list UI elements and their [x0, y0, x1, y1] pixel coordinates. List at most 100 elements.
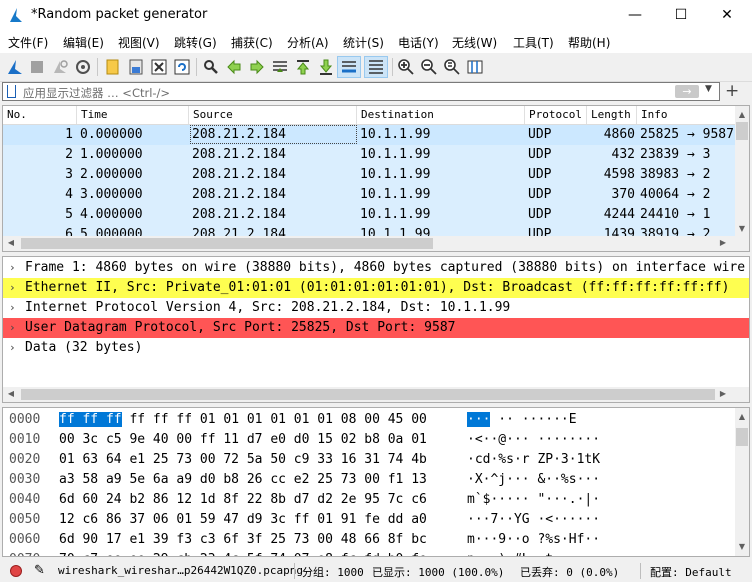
expand-chevron-icon[interactable]: ›	[9, 338, 16, 358]
scroll-up-arrow[interactable]: ▲	[734, 110, 749, 119]
edit-comment-icon[interactable]: ✎	[34, 563, 45, 578]
menu-capture[interactable]: 捕获(C)	[231, 34, 273, 51]
capture-options-icon[interactable]	[74, 58, 92, 76]
menu-go[interactable]: 跳转(G)	[174, 34, 217, 51]
bytes-row[interactable]: 0010 00 3c c5 9e 40 00 ff 11 d7 e0 d0 15 …	[3, 430, 733, 450]
expand-chevron-icon[interactable]: ›	[9, 258, 16, 278]
detail-tree-item[interactable]: › Data (32 bytes)	[3, 338, 749, 358]
packet-details[interactable]: › Frame 1: 4860 bytes on wire (38880 bits…	[2, 256, 750, 403]
go-forward-icon[interactable]	[248, 58, 266, 76]
bytes-ascii[interactable]: ·cd·%s·r ZP·3·1tK	[467, 450, 600, 470]
column-header-info[interactable]: Info	[637, 106, 735, 124]
menu-statistics[interactable]: 统计(S)	[343, 34, 384, 51]
bytes-row[interactable]: 0040 6d 60 24 b2 86 12 1d 8f 22 8b d7 d2 …	[3, 490, 733, 510]
bytes-ascii[interactable]: ···7··YG ·<······	[467, 510, 600, 530]
scroll-down-arrow[interactable]: ▼	[734, 224, 749, 233]
packet-row[interactable]: 4 3.000000 208.21.2.184 10.1.1.99 UDP 370 4006…	[3, 185, 735, 205]
menu-view[interactable]: 视图(V)	[118, 34, 160, 51]
detail-tree-item[interactable]: › User Datagram Protocol, Src Port: 25825…	[3, 318, 749, 338]
column-header-length[interactable]: Length	[587, 106, 637, 124]
colorize-icon[interactable]	[367, 58, 385, 76]
zoom-in-icon[interactable]	[397, 58, 415, 76]
hscroll-thumb[interactable]	[21, 389, 715, 400]
bytes-hex[interactable]: a3 58 a9 5e 6a a9 d0 b8 26 cc e2 25 73 0…	[59, 470, 427, 490]
scroll-thumb[interactable]	[736, 122, 748, 140]
add-filter-button[interactable]: +	[725, 81, 739, 101]
bytes-hex[interactable]: 00 3c c5 9e 40 00 ff 11 d7 e0 d0 15 02 b…	[59, 430, 427, 450]
display-filter-bar[interactable]: 应用显示过滤器 … <Ctrl-/> → ▼	[2, 82, 720, 101]
reload-icon[interactable]	[173, 58, 191, 76]
scroll-thumb[interactable]	[736, 428, 748, 446]
scroll-left-arrow[interactable]: ◀	[3, 389, 19, 398]
scroll-right-arrow[interactable]: ▶	[715, 238, 731, 247]
autoscroll-icon[interactable]	[340, 58, 358, 76]
packet-row[interactable]: 5 4.000000 208.21.2.184 10.1.1.99 UDP 4244 244…	[3, 205, 735, 225]
find-packet-icon[interactable]	[202, 58, 220, 76]
expand-chevron-icon[interactable]: ›	[9, 298, 16, 318]
menu-telephony[interactable]: 电话(Y)	[398, 34, 439, 51]
expert-info-icon[interactable]	[10, 565, 22, 577]
column-header-source[interactable]: Source	[189, 106, 357, 124]
column-header-protocol[interactable]: Protocol	[525, 106, 587, 124]
bytes-row[interactable]: 0060 6d 90 17 e1 39 f3 c3 6f 3f 25 73 00 …	[3, 530, 733, 550]
bytes-ascii[interactable]: p···)·#L _t······	[467, 550, 600, 556]
expand-chevron-icon[interactable]: ›	[9, 278, 16, 298]
minimize-button[interactable]: —	[612, 0, 658, 31]
bytes-hex[interactable]: 12 c6 86 37 06 01 59 47 d9 3c ff 01 91 f…	[59, 510, 427, 530]
stop-icon[interactable]	[28, 58, 46, 76]
open-file-icon[interactable]	[104, 58, 122, 76]
packet-list-vscrollbar[interactable]: ▲ ▼	[735, 106, 749, 236]
bytes-ascii[interactable]: m`$····· "···.·|·	[467, 490, 600, 510]
packet-row[interactable]: 3 2.000000 208.21.2.184 10.1.1.99 UDP 4598 389…	[3, 165, 735, 185]
menu-help[interactable]: 帮助(H)	[568, 34, 610, 51]
detail-tree-item[interactable]: › Internet Protocol Version 4, Src: 208.2…	[3, 298, 749, 318]
scroll-right-arrow[interactable]: ▶	[715, 389, 731, 398]
packet-bytes[interactable]: 0000 ff ff ff ff ff ff 01 01 01 01 01 01 …	[2, 407, 750, 557]
close-button[interactable]: ✕	[704, 0, 750, 31]
restart-icon[interactable]	[51, 58, 69, 76]
close-file-icon[interactable]	[150, 58, 168, 76]
packet-list[interactable]: No. Time Source Destination Protocol Len…	[2, 105, 750, 252]
menu-wireless[interactable]: 无线(W)	[452, 34, 497, 51]
apply-filter-button[interactable]: →	[675, 85, 699, 98]
column-header-no[interactable]: No.	[3, 106, 77, 124]
maximize-button[interactable]: ☐	[658, 0, 704, 31]
bytes-vscrollbar[interactable]: ▲ ▼	[735, 408, 749, 556]
bytes-ascii[interactable]: ··· ·· ······E	[467, 410, 577, 430]
bytes-row[interactable]: 0070 70 c7 ee ee 29 cb 23 4c 5f 74 07 e8 …	[3, 550, 733, 556]
expand-chevron-icon[interactable]: ›	[9, 318, 16, 338]
display-filter-input[interactable]: 应用显示过滤器 … <Ctrl-/>	[23, 85, 170, 101]
scroll-up-arrow[interactable]: ▲	[734, 412, 749, 421]
resize-columns-icon[interactable]	[466, 58, 484, 76]
bytes-hex[interactable]: 01 63 64 e1 25 73 00 72 5a 50 c9 33 16 3…	[59, 450, 427, 470]
menu-file[interactable]: 文件(F)	[8, 34, 48, 51]
shark-fin-start-icon[interactable]	[6, 58, 24, 76]
go-to-packet-icon[interactable]	[271, 58, 289, 76]
detail-tree-item[interactable]: › Frame 1: 4860 bytes on wire (38880 bits…	[3, 258, 749, 278]
column-header-destination[interactable]: Destination	[357, 106, 525, 124]
zoom-out-icon[interactable]	[420, 58, 438, 76]
details-hscrollbar[interactable]: ◀ ▶	[3, 387, 749, 402]
go-back-icon[interactable]	[225, 58, 243, 76]
bytes-ascii[interactable]: ·X·^j··· &··%s···	[467, 470, 600, 490]
bookmark-icon[interactable]	[7, 85, 16, 98]
go-last-icon[interactable]	[317, 58, 335, 76]
bytes-hex[interactable]: 6d 60 24 b2 86 12 1d 8f 22 8b d7 d2 2e 9…	[59, 490, 427, 510]
menu-tools[interactable]: 工具(T)	[513, 34, 554, 51]
detail-tree-item[interactable]: › Ethernet II, Src: Private_01:01:01 (01:…	[3, 278, 749, 298]
hscroll-thumb[interactable]	[21, 238, 433, 249]
bytes-row[interactable]: 0000 ff ff ff ff ff ff 01 01 01 01 01 01 …	[3, 410, 733, 430]
scroll-down-arrow[interactable]: ▼	[734, 542, 749, 551]
bytes-row[interactable]: 0050 12 c6 86 37 06 01 59 47 d9 3c ff 01 …	[3, 510, 733, 530]
filter-history-dropdown[interactable]: ▼	[705, 84, 712, 94]
bytes-ascii[interactable]: ·<··@··· ········	[467, 430, 600, 450]
packet-list-hscrollbar[interactable]: ◀ ▶	[3, 236, 749, 251]
scroll-left-arrow[interactable]: ◀	[3, 238, 19, 247]
save-file-icon[interactable]	[127, 58, 145, 76]
bytes-row[interactable]: 0020 01 63 64 e1 25 73 00 72 5a 50 c9 33 …	[3, 450, 733, 470]
menu-edit[interactable]: 编辑(E)	[63, 34, 104, 51]
bytes-ascii[interactable]: m···9··o ?%s·Hf··	[467, 530, 600, 550]
bytes-row[interactable]: 0030 a3 58 a9 5e 6a a9 d0 b8 26 cc e2 25 …	[3, 470, 733, 490]
bytes-hex[interactable]: ff ff ff ff ff ff 01 01 01 01 01 01 08 0…	[59, 410, 427, 430]
column-header-time[interactable]: Time	[77, 106, 189, 124]
